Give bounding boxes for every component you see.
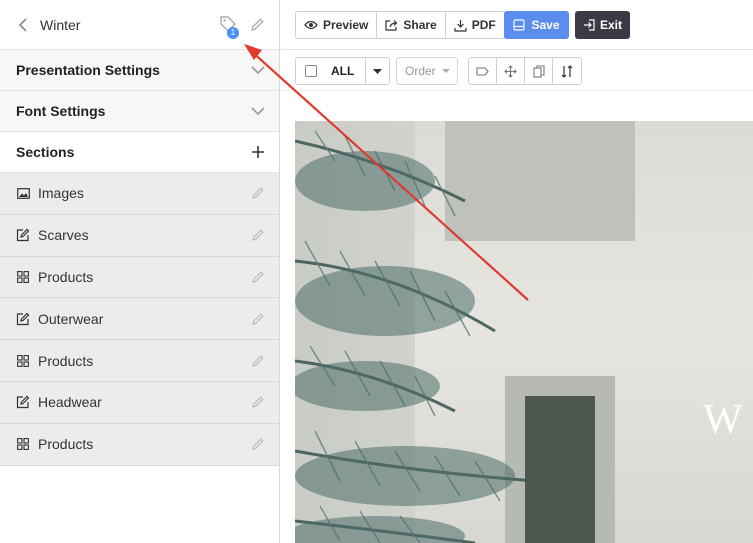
- section-label: Sections: [16, 144, 75, 160]
- sidebar-item-images[interactable]: Images: [0, 173, 279, 215]
- sidebar-item-label: Scarves: [38, 227, 89, 244]
- chevron-down-icon: [251, 66, 265, 75]
- sections-header: Sections: [0, 132, 279, 173]
- save-label: Save: [531, 18, 560, 32]
- pdf-button[interactable]: PDF: [446, 12, 504, 38]
- plus-icon[interactable]: [251, 145, 265, 159]
- image-icon: [16, 186, 30, 200]
- pencil-icon[interactable]: [251, 228, 265, 242]
- label-icon: [476, 66, 489, 76]
- order-select[interactable]: Order: [396, 57, 458, 85]
- sidebar-item-products[interactable]: Products: [0, 340, 279, 382]
- sidebar-item-headwear[interactable]: Headwear: [0, 381, 279, 424]
- layout-tool-group: [468, 57, 582, 85]
- eye-icon: [304, 20, 318, 30]
- pencil-icon[interactable]: [251, 270, 265, 284]
- tag-button[interactable]: 1: [219, 15, 239, 39]
- share-button[interactable]: Share: [377, 12, 446, 38]
- copy-tool-button[interactable]: [525, 58, 553, 84]
- grid-icon: [16, 270, 30, 284]
- sidebar-item-label: Products: [38, 268, 94, 285]
- label-tool-button[interactable]: [469, 58, 497, 84]
- grid-icon: [16, 354, 30, 368]
- exit-button[interactable]: Exit: [575, 11, 630, 39]
- selection-toolbar: ALL Order: [281, 51, 753, 91]
- select-all-control: ALL: [295, 57, 390, 85]
- section-label: Font Settings: [16, 103, 106, 119]
- chevron-left-icon[interactable]: [16, 17, 30, 32]
- sidebar-item-products[interactable]: Products: [0, 423, 279, 466]
- sidebar-item-outerwear[interactable]: Outerwear: [0, 298, 279, 341]
- pencil-icon[interactable]: [251, 312, 265, 326]
- tag-count-badge: 1: [227, 26, 239, 39]
- pencil-icon[interactable]: [251, 186, 265, 200]
- section-label: Presentation Settings: [16, 62, 160, 78]
- move-icon: [504, 64, 517, 78]
- sidebar-item-label: Outerwear: [38, 310, 104, 327]
- select-all-checkbox[interactable]: [305, 65, 317, 77]
- top-toolbar: Preview Share PDF Save Exit: [281, 0, 753, 50]
- sidebar-item-scarves[interactable]: Scarves: [0, 214, 279, 257]
- pencil-icon[interactable]: [251, 437, 265, 451]
- preview-label: Preview: [323, 18, 369, 32]
- action-button-group: Preview Share PDF: [295, 11, 505, 39]
- pencil-icon[interactable]: [251, 395, 265, 409]
- edit-box-icon: [16, 395, 30, 409]
- edit-box-icon: [16, 312, 30, 326]
- copy-icon: [532, 64, 545, 78]
- edit-title-icon[interactable]: [249, 17, 265, 33]
- select-all-label: ALL: [331, 64, 355, 78]
- share-label: Share: [403, 18, 437, 32]
- share-icon: [385, 20, 398, 31]
- caret-down-icon: [441, 69, 450, 73]
- order-select-value: Order: [405, 64, 436, 78]
- preview-button[interactable]: Preview: [296, 12, 378, 38]
- chevron-down-icon: [251, 107, 265, 116]
- sidebar-item-label: Images: [38, 185, 84, 202]
- move-tool-button[interactable]: [497, 58, 525, 84]
- grid-icon: [16, 437, 30, 451]
- presentation-settings-section[interactable]: Presentation Settings: [0, 50, 279, 91]
- sort-icon: [561, 64, 573, 78]
- pdf-icon: [454, 19, 467, 32]
- sidebar-item-products[interactable]: Products: [0, 256, 279, 299]
- slide-overlay-text: W: [703, 397, 743, 443]
- sidebar-item-label: Headwear: [38, 394, 102, 411]
- pencil-icon[interactable]: [251, 354, 265, 368]
- save-button[interactable]: Save: [504, 11, 569, 39]
- sidebar-item-label: Products: [38, 352, 94, 369]
- save-icon: [513, 19, 526, 31]
- font-settings-section[interactable]: Font Settings: [0, 91, 279, 132]
- slide-preview-image: W: [295, 121, 753, 543]
- sort-tool-button[interactable]: [553, 58, 581, 84]
- sidebar-item-label: Products: [38, 436, 94, 453]
- caret-down-icon: [373, 68, 382, 74]
- select-dropdown-button[interactable]: [365, 58, 389, 84]
- edit-box-icon: [16, 228, 30, 242]
- sidebar: Winter 1 Presentation Settings Font Sett…: [0, 0, 280, 543]
- exit-icon: [583, 19, 595, 31]
- sidebar-header: Winter 1: [0, 0, 279, 50]
- pdf-label: PDF: [471, 18, 496, 32]
- presentation-title: Winter: [40, 16, 81, 33]
- exit-label: Exit: [599, 18, 622, 32]
- pine-branches-image: [295, 130, 536, 543]
